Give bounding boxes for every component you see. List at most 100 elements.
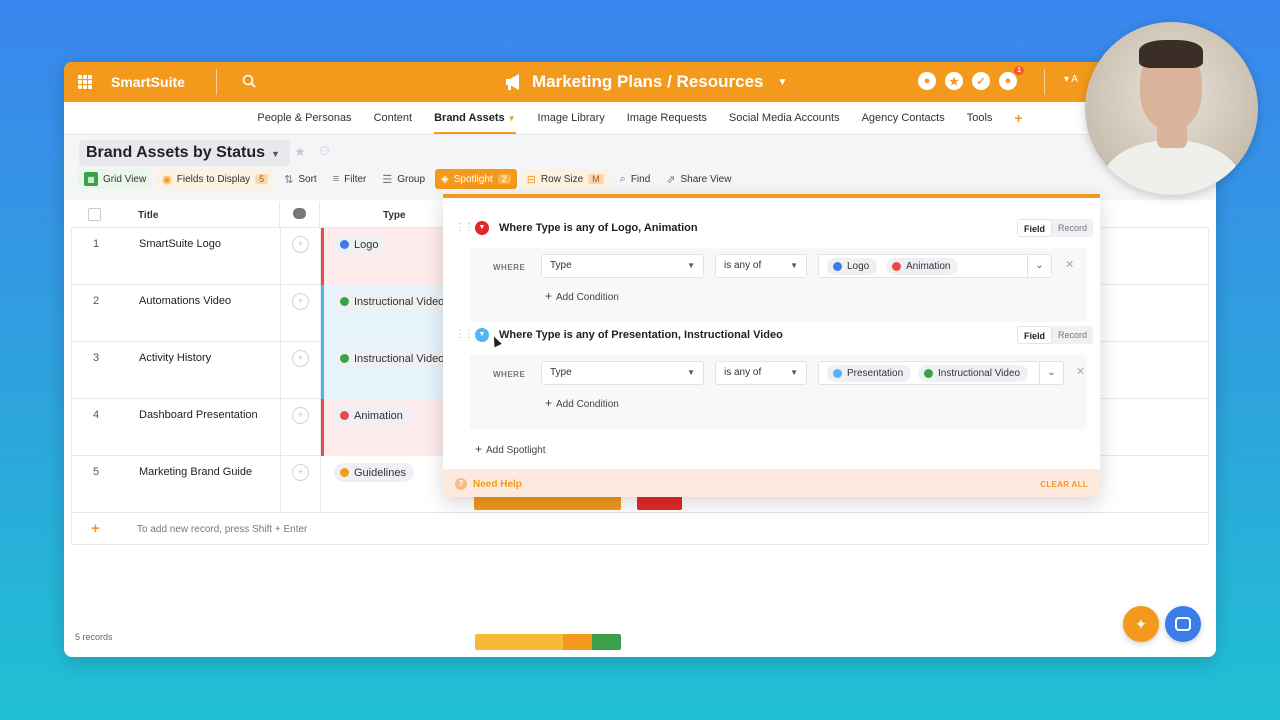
group-button[interactable]: ☰ Group (376, 169, 431, 189)
mode-field-button[interactable]: Field (1017, 219, 1053, 237)
user-menu[interactable]: ▾ A (1064, 74, 1078, 85)
spotlight-footer: ? Need Help CLEAR ALL (443, 469, 1100, 497)
divider (280, 399, 281, 456)
tab-social-media-accounts[interactable]: Social Media Accounts (718, 102, 851, 134)
add-spotlight-button[interactable]: + Add Spotlight (475, 442, 546, 456)
fields-to-display-button[interactable]: ◉ Fields to Display 5 (156, 169, 275, 189)
type-cell[interactable]: Animation (321, 399, 446, 456)
share-people-icon[interactable]: ⚇ (319, 144, 330, 158)
sort-button[interactable]: ⇅ Sort (278, 169, 323, 189)
type-cell[interactable]: Instructional Video (321, 342, 453, 399)
tab-label: Agency Contacts (861, 112, 945, 124)
value-select[interactable]: Logo Animation ⌄ (818, 254, 1052, 278)
tab-image-requests[interactable]: Image Requests (616, 102, 718, 134)
value-tag: Instructional Video (918, 365, 1029, 382)
tag-label: Instructional Video (354, 295, 445, 308)
type-cell[interactable]: Instructional Video (321, 285, 453, 342)
star-icon[interactable]: ★ (945, 72, 963, 90)
mode-record-button[interactable]: Record (1052, 219, 1093, 237)
field-select[interactable]: Type ▼ (541, 254, 704, 278)
comment-icon[interactable]: + (292, 236, 309, 253)
type-tag: Animation (334, 406, 411, 425)
add-condition-button[interactable]: + Add Condition (545, 289, 619, 303)
spotlight-color-icon[interactable]: ▼ (475, 328, 489, 342)
tab-people-personas[interactable]: People & Personas (246, 102, 362, 134)
members-icon[interactable]: ● (918, 72, 936, 90)
find-button[interactable]: ⌕ Find (614, 169, 657, 189)
comment-icon[interactable]: + (292, 407, 309, 424)
add-condition-button[interactable]: + Add Condition (545, 396, 619, 410)
chevron-down-icon[interactable]: ⌄ (1027, 255, 1051, 277)
check-icon[interactable]: ✓ (972, 72, 990, 90)
tag-label: Animation (354, 409, 403, 422)
drag-handle-icon[interactable]: ⋮⋮ (455, 222, 474, 233)
select-all-checkbox[interactable] (88, 208, 101, 221)
need-help-link[interactable]: ? Need Help (455, 478, 522, 490)
chevron-down-icon: ▼ (507, 114, 516, 123)
type-tag: Guidelines (334, 463, 414, 482)
summary-bar-segment (475, 634, 563, 650)
spotlight-title: Where Type is any of Logo, Animation (499, 222, 698, 234)
tag-dot (340, 468, 349, 477)
clear-all-button[interactable]: CLEAR ALL (1040, 480, 1088, 489)
type-cell[interactable]: Logo (321, 228, 446, 285)
field-select-value: Type (550, 260, 572, 271)
tab-agency-contacts[interactable]: Agency Contacts (851, 102, 956, 134)
favorite-star-icon[interactable]: ★ (294, 144, 306, 160)
tab-content[interactable]: Content (363, 102, 424, 134)
comment-icon[interactable]: + (292, 464, 309, 481)
chevron-down-icon: ▼ (687, 368, 695, 377)
paint-bucket-icon: ◈ (441, 173, 449, 185)
type-tag: Instructional Video (334, 292, 453, 311)
add-tab-button[interactable]: + (1003, 102, 1033, 134)
drag-handle-icon[interactable]: ⋮⋮ (455, 329, 474, 340)
record-title[interactable]: Automations Video (139, 295, 231, 307)
spotlight-bar (321, 399, 324, 456)
comment-icon[interactable]: + (292, 350, 309, 367)
column-header-title[interactable]: Title (138, 210, 158, 221)
spotlight-mode-toggle: Field Record (1017, 326, 1094, 344)
search-icon[interactable] (241, 73, 257, 89)
record-title[interactable]: Dashboard Presentation (139, 409, 258, 421)
spotlight-button[interactable]: ◈ Spotlight 2 (435, 169, 517, 189)
ai-assistant-button[interactable]: ✦ (1123, 606, 1159, 642)
view-title[interactable]: Brand Assets by Status ▼ (79, 140, 290, 166)
where-label: WHERE (493, 370, 526, 379)
chevron-down-icon[interactable]: ⌄ (1039, 362, 1063, 384)
apps-grid-icon[interactable] (78, 75, 92, 89)
operator-select[interactable]: is any of ▼ (715, 361, 807, 385)
tag-dot (833, 369, 842, 378)
operator-select[interactable]: is any of ▼ (715, 254, 807, 278)
mode-record-button[interactable]: Record (1052, 326, 1093, 344)
tag-dot (340, 240, 349, 249)
value-select[interactable]: Presentation Instructional Video ⌄ (818, 361, 1064, 385)
notification-icon[interactable]: ● 1 (999, 66, 1024, 90)
tab-brand-assets[interactable]: Brand Assets ▼ (423, 102, 526, 134)
record-title[interactable]: SmartSuite Logo (139, 238, 221, 250)
filter-button[interactable]: ≡ Filter (327, 169, 373, 189)
tab-image-library[interactable]: Image Library (527, 102, 616, 134)
column-header-type[interactable]: Type (383, 210, 406, 221)
chat-support-button[interactable] (1165, 606, 1201, 642)
remove-condition-icon[interactable]: ✕ (1065, 258, 1074, 271)
tab-tools[interactable]: Tools (956, 102, 1004, 134)
record-title[interactable]: Activity History (139, 352, 211, 364)
eye-icon: ◉ (162, 173, 172, 186)
share-view-button[interactable]: ⇗ Share View (660, 169, 737, 189)
mode-field-button[interactable]: Field (1017, 326, 1053, 344)
tag-dot (340, 354, 349, 363)
add-record-row[interactable]: + To add new record, press Shift + Enter (71, 514, 1209, 545)
row-size-button[interactable]: ⊟ Row Size M (520, 169, 610, 189)
tab-label: Image Library (537, 112, 605, 124)
record-title[interactable]: Marketing Brand Guide (139, 466, 252, 478)
grid-view-button[interactable]: ▦ Grid View (78, 169, 153, 189)
field-select[interactable]: Type ▼ (541, 361, 704, 385)
workspace-title[interactable]: Marketing Plans / Resources ▼ (504, 72, 787, 92)
remove-condition-icon[interactable]: ✕ (1076, 365, 1085, 378)
chevron-down-icon: ▼ (777, 76, 788, 88)
spotlight-color-icon[interactable]: ▼ (475, 221, 489, 235)
row-number: 3 (93, 352, 100, 364)
row-number: 1 (93, 238, 100, 250)
type-cell[interactable]: Guidelines (321, 456, 446, 513)
comment-icon[interactable]: + (292, 293, 309, 310)
